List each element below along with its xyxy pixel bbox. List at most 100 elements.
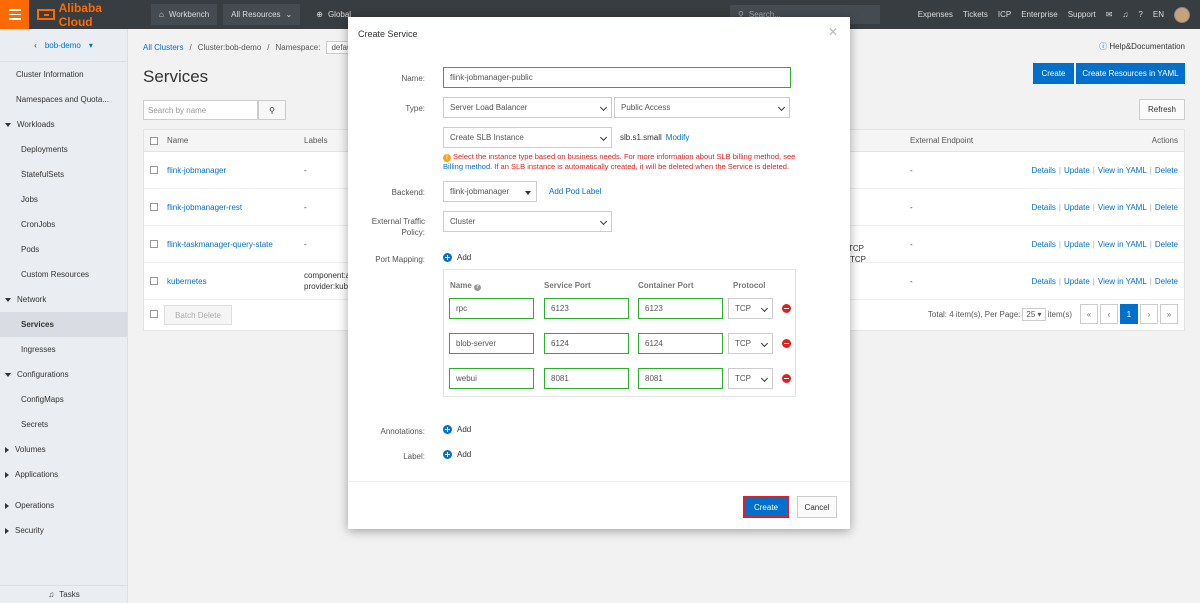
update-link[interactable]: Update — [1064, 240, 1090, 249]
help-icon[interactable]: ? — [473, 284, 481, 291]
service-name-link[interactable]: flink-taskmanager-query-state — [167, 240, 273, 249]
support-link[interactable]: Support — [1068, 10, 1096, 19]
update-link[interactable]: Update — [1064, 277, 1090, 286]
cluster-name[interactable]: bob-demo — [45, 41, 81, 50]
view-yaml-link[interactable]: View in YAML — [1098, 277, 1147, 286]
create-button[interactable]: Create — [1033, 63, 1074, 84]
close-icon[interactable]: ✕ — [828, 25, 838, 39]
select-all-checkbox[interactable] — [150, 310, 158, 318]
sidebar-item-jobs[interactable]: Jobs — [0, 187, 127, 212]
sidebar-group-operations[interactable]: Operations — [0, 493, 127, 518]
delete-link[interactable]: Delete — [1155, 166, 1178, 175]
details-link[interactable]: Details — [1031, 240, 1055, 249]
help-documentation-link[interactable]: ⓘ Help&Documentation — [1099, 41, 1185, 52]
cluster-switcher[interactable]: ‹ bob-demo ▾ — [0, 29, 127, 62]
language-selector[interactable]: EN — [1153, 10, 1164, 19]
service-port-input[interactable]: 6124 — [544, 333, 629, 354]
sidebar-item-namespaces[interactable]: Namespaces and Quota... — [0, 87, 127, 112]
tickets-link[interactable]: Tickets — [963, 10, 988, 19]
container-port-input[interactable]: 6124 — [638, 333, 723, 354]
bell-icon[interactable]: ♫ — [1122, 10, 1128, 19]
sidebar-item-secrets[interactable]: Secrets — [0, 412, 127, 437]
service-name-link[interactable]: kubernetes — [167, 277, 207, 286]
per-page-select[interactable]: 25 ▾ — [1022, 307, 1046, 321]
next-page-button[interactable]: › — [1140, 304, 1158, 324]
sidebar-item-cluster-info[interactable]: Cluster Information — [0, 62, 127, 87]
row-checkbox[interactable] — [150, 203, 158, 211]
help-icon[interactable]: ? — [1138, 10, 1142, 19]
sidebar-item-statefulsets[interactable]: StatefulSets — [0, 162, 127, 187]
tasks-button[interactable]: ♫ Tasks — [0, 585, 128, 603]
delete-link[interactable]: Delete — [1155, 203, 1178, 212]
remove-port-icon[interactable] — [782, 304, 791, 313]
row-checkbox[interactable] — [150, 277, 158, 285]
sidebar-group-volumes[interactable]: Volumes — [0, 437, 127, 462]
sidebar-item-deployments[interactable]: Deployments — [0, 137, 127, 162]
view-yaml-link[interactable]: View in YAML — [1098, 166, 1147, 175]
expenses-link[interactable]: Expenses — [918, 10, 953, 19]
sidebar-group-security[interactable]: Security — [0, 518, 127, 543]
select-all-checkbox[interactable] — [150, 136, 158, 145]
view-yaml-link[interactable]: View in YAML — [1098, 240, 1147, 249]
sidebar-item-configmaps[interactable]: ConfigMaps — [0, 387, 127, 412]
back-arrow-icon[interactable]: ‹ — [34, 41, 37, 50]
port-name-input[interactable]: webui — [449, 368, 534, 389]
remove-port-icon[interactable] — [782, 374, 791, 383]
backend-select[interactable]: flink-jobmanager — [443, 181, 537, 202]
port-name-input[interactable]: rpc — [449, 298, 534, 319]
delete-link[interactable]: Delete — [1155, 277, 1178, 286]
update-link[interactable]: Update — [1064, 203, 1090, 212]
breadcrumb-all-clusters[interactable]: All Clusters — [143, 43, 183, 52]
first-page-button[interactable]: « — [1080, 304, 1098, 324]
service-name-link[interactable]: flink-jobmanager-rest — [167, 203, 242, 212]
add-port-mapping-button[interactable]: Add — [443, 253, 471, 262]
avatar[interactable] — [1174, 6, 1190, 23]
row-checkbox[interactable] — [150, 240, 158, 248]
row-checkbox[interactable] — [150, 166, 158, 174]
sidebar-group-network[interactable]: Network — [0, 287, 127, 312]
workbench-button[interactable]: ⌂ Workbench — [151, 4, 218, 25]
all-resources-dropdown[interactable]: All Resources ⌄ — [223, 4, 301, 25]
enterprise-link[interactable]: Enterprise — [1021, 10, 1057, 19]
remove-port-icon[interactable] — [782, 339, 791, 348]
slb-instance-select[interactable]: Create SLB Instance — [443, 127, 612, 148]
last-page-button[interactable]: » — [1160, 304, 1178, 324]
batch-delete-button[interactable]: Batch Delete — [164, 305, 232, 325]
sidebar-item-ingresses[interactable]: Ingresses — [0, 337, 127, 362]
container-port-input[interactable]: 6123 — [638, 298, 723, 319]
protocol-select[interactable]: TCP — [728, 368, 773, 389]
service-port-input[interactable]: 6123 — [544, 298, 629, 319]
details-link[interactable]: Details — [1031, 277, 1055, 286]
refresh-button[interactable]: Refresh — [1139, 99, 1185, 120]
hamburger-menu-icon[interactable] — [0, 0, 29, 29]
access-select[interactable]: Public Access — [614, 97, 790, 118]
external-traffic-policy-select[interactable]: Cluster — [443, 211, 612, 232]
update-link[interactable]: Update — [1064, 166, 1090, 175]
billing-method-link[interactable]: Billing method — [443, 162, 490, 171]
search-button[interactable]: ⚲ — [258, 100, 286, 120]
details-link[interactable]: Details — [1031, 166, 1055, 175]
protocol-select[interactable]: TCP — [728, 298, 773, 319]
service-port-input[interactable]: 8081 — [544, 368, 629, 389]
modify-link[interactable]: Modify — [666, 133, 690, 142]
message-icon[interactable]: ✉ — [1106, 10, 1113, 19]
add-annotation-button[interactable]: Add — [443, 425, 471, 434]
container-port-input[interactable]: 8081 — [638, 368, 723, 389]
page-button[interactable]: 1 — [1120, 304, 1138, 324]
delete-link[interactable]: Delete — [1155, 240, 1178, 249]
port-name-input[interactable]: blob-server — [449, 333, 534, 354]
create-service-button[interactable]: Create — [743, 496, 789, 518]
create-yaml-button[interactable]: Create Resources in YAML — [1076, 63, 1185, 84]
sidebar-item-services[interactable]: Services — [0, 312, 127, 337]
sidebar-group-applications[interactable]: Applications — [0, 462, 127, 487]
sidebar-group-workloads[interactable]: Workloads — [0, 112, 127, 137]
name-input[interactable]: flink-jobmanager-public — [443, 67, 791, 88]
cancel-button[interactable]: Cancel — [797, 496, 837, 518]
sidebar-group-configurations[interactable]: Configurations — [0, 362, 127, 387]
service-name-link[interactable]: flink-jobmanager — [167, 166, 226, 175]
sidebar-item-custom-resources[interactable]: Custom Resources — [0, 262, 127, 287]
prev-page-button[interactable]: ‹ — [1100, 304, 1118, 324]
add-pod-label-link[interactable]: Add Pod Label — [549, 187, 602, 196]
icp-link[interactable]: ICP — [998, 10, 1011, 19]
protocol-select[interactable]: TCP — [728, 333, 773, 354]
